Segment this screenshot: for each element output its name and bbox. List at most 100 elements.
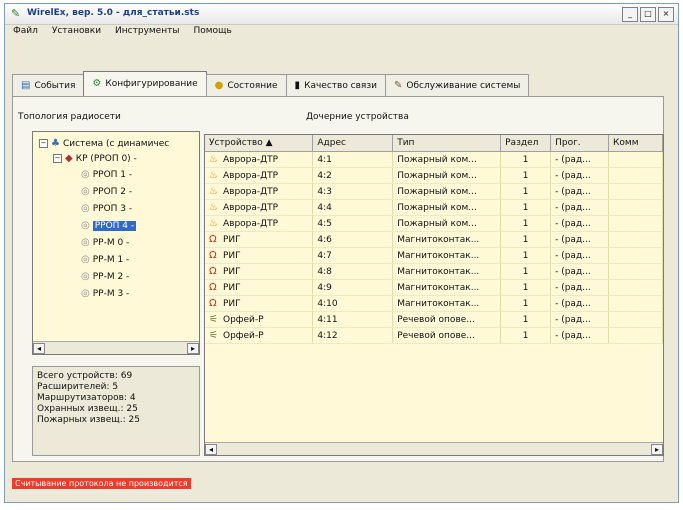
cell-section: 1 — [500, 279, 552, 296]
tree-root-label: Система (с динамичес — [62, 138, 170, 149]
tree-node[interactable]: ◎ РР-М 0 - — [81, 236, 129, 249]
table-row[interactable]: Ω РИГ 4:6 Магнитоконтак... 1- (рад... — [205, 231, 663, 248]
table-row[interactable]: ♨ Аврора-ДТР 4:2 Пожарный ком... 1- (рад... — [205, 167, 663, 184]
device-name: Аврора-ДТР — [223, 187, 279, 197]
cell-device: Ω РИГ — [205, 231, 314, 248]
app-icon: ✎ — [11, 7, 21, 20]
cell-address: 4:12 — [312, 327, 394, 344]
cell-prog: - (рад... — [550, 295, 610, 312]
tree-controller[interactable]: − ◆ КР (РРОП 0) - — [53, 152, 137, 165]
device-name: РИГ — [223, 299, 241, 309]
tab-state[interactable]: ● Состояние — [205, 74, 287, 96]
devices-table[interactable]: Устройство ▲ Адрес Тип Раздел Прог. Комм… — [204, 134, 664, 456]
scroll-right-icon[interactable]: ▸ — [187, 342, 199, 354]
cell-section: 1 — [500, 167, 552, 184]
table-row[interactable]: ♨ Аврора-ДТР 4:5 Пожарный ком... 1- (рад... — [205, 215, 663, 232]
router-icon: ◎ — [81, 287, 90, 299]
system-icon: ♣ — [51, 137, 60, 149]
table-row[interactable]: Ω РИГ 4:9 Магнитоконтак... 1- (рад... — [205, 279, 663, 296]
cell-address: 4:11 — [312, 311, 394, 328]
cell-device: ♨ Аврора-ДТР — [205, 215, 314, 232]
tree-node[interactable]: ◎ РРОП 3 - — [81, 202, 132, 215]
tree-node[interactable]: ◎ РРОП 2 - — [81, 185, 132, 198]
cell-prog: - (рад... — [550, 327, 610, 344]
col-comment[interactable]: Комм — [608, 135, 663, 152]
table-scrollbar[interactable]: ◂ ▸ — [205, 442, 663, 455]
magnet-icon: Ω — [209, 298, 217, 309]
magnet-icon: Ω — [209, 282, 217, 293]
table-row[interactable]: ⚟ Орфей-Р 4:11 Речевой опове... 1- (рад... — [205, 311, 663, 328]
tab-label: Состояние — [227, 80, 278, 91]
cell-prog: - (рад... — [550, 167, 610, 184]
col-type[interactable]: Тип — [392, 135, 502, 152]
scroll-left-icon[interactable]: ◂ — [205, 443, 217, 455]
cell-address: 4:10 — [312, 295, 394, 312]
status-bar: Считывание протокола не производится — [4, 475, 679, 493]
cell-prog: - (рад... — [550, 183, 610, 200]
tree-node-label: РР-М 3 - — [92, 288, 130, 299]
cell-section: 1 — [500, 199, 552, 216]
tree-root[interactable]: − ♣ Система (с динамичес — [39, 137, 169, 150]
col-address[interactable]: Адрес — [312, 135, 394, 152]
scroll-left-icon[interactable]: ◂ — [33, 342, 45, 354]
table-row[interactable]: ♨ Аврора-ДТР 4:4 Пожарный ком... 1- (рад... — [205, 199, 663, 216]
col-section[interactable]: Раздел — [500, 135, 552, 152]
cell-section: 1 — [500, 151, 552, 168]
tab-maintenance[interactable]: ✎ Обслуживание системы — [385, 74, 530, 96]
cell-address: 4:7 — [312, 247, 394, 264]
cell-type: Магнитоконтак... — [392, 279, 502, 296]
cell-prog: - (рад... — [550, 279, 610, 296]
device-name: Аврора-ДТР — [223, 219, 279, 229]
cell-comment — [608, 183, 663, 200]
table-row[interactable]: ♨ Аврора-ДТР 4:1 Пожарный ком... 1- (рад... — [205, 151, 663, 168]
window-title: WirelEx, вер. 5.0 - для_статьи.sts — [27, 8, 200, 18]
tree-node[interactable]: ◎ РР-М 2 - — [81, 270, 129, 283]
table-row[interactable]: ♨ Аврора-ДТР 4:3 Пожарный ком... 1- (рад... — [205, 183, 663, 200]
cell-comment — [608, 151, 663, 168]
table-row[interactable]: Ω РИГ 4:8 Магнитоконтак... 1- (рад... — [205, 263, 663, 280]
tree-controller-label: КР (РРОП 0) - — [75, 153, 137, 164]
maximize-button[interactable]: □ — [640, 7, 656, 22]
col-device[interactable]: Устройство ▲ — [205, 135, 314, 152]
tree-node[interactable]: ◎ РР-М 3 - — [81, 287, 129, 300]
cell-section: 1 — [500, 311, 552, 328]
menu-file[interactable]: Файл — [13, 26, 38, 40]
col-prog[interactable]: Прог. — [550, 135, 610, 152]
cell-type: Пожарный ком... — [392, 167, 502, 184]
router-icon: ◎ — [81, 202, 90, 214]
cell-type: Пожарный ком... — [392, 215, 502, 232]
collapse-icon[interactable]: − — [53, 154, 62, 163]
flame-icon: ♨ — [209, 154, 218, 165]
menu-help[interactable]: Помощь — [193, 26, 231, 40]
tab-configuration[interactable]: ⚙ Конфигурирование — [83, 71, 207, 96]
cell-section: 1 — [500, 247, 552, 264]
minimize-button[interactable]: _ — [622, 7, 638, 22]
tab-events[interactable]: ▤ События — [12, 74, 85, 96]
scroll-right-icon[interactable]: ▸ — [651, 443, 663, 455]
router-icon: ◎ — [81, 253, 90, 265]
cell-section: 1 — [500, 295, 552, 312]
tree-scrollbar[interactable]: ◂ ▸ — [33, 341, 199, 354]
tab-label: Конфигурирование — [105, 79, 198, 89]
tree-node-selected[interactable]: ◎ РРОП 4 - — [81, 219, 137, 232]
menu-tools[interactable]: Инструменты — [115, 26, 179, 40]
table-row[interactable]: ⚟ Орфей-Р 4:12 Речевой опове... 1- (рад... — [205, 327, 663, 344]
tree-node[interactable]: ◎ РР-М 1 - — [81, 253, 129, 266]
state-icon: ● — [214, 79, 224, 91]
cell-type: Магнитоконтак... — [392, 247, 502, 264]
topology-tree[interactable]: − ♣ Система (с динамичес − ◆ КР (РРОП 0)… — [32, 131, 200, 355]
cell-comment — [608, 311, 663, 328]
horn-icon: ⚟ — [209, 330, 218, 341]
collapse-icon[interactable]: − — [39, 139, 48, 148]
stat-total: Всего устройств: 69 — [37, 371, 133, 381]
cell-device: ♨ Аврора-ДТР — [205, 167, 314, 184]
table-row[interactable]: Ω РИГ 4:10 Магнитоконтак... 1- (рад... — [205, 295, 663, 312]
cell-comment — [608, 279, 663, 296]
tree-node[interactable]: ◎ РРОП 1 - — [81, 168, 132, 181]
device-name: Аврора-ДТР — [223, 203, 279, 213]
menu-settings[interactable]: Установки — [52, 26, 101, 40]
table-row[interactable]: Ω РИГ 4:7 Магнитоконтак... 1- (рад... — [205, 247, 663, 264]
tab-signal-quality[interactable]: ▮ Качество связи — [285, 74, 386, 96]
cell-prog: - (рад... — [550, 311, 610, 328]
close-button[interactable]: × — [658, 7, 674, 22]
